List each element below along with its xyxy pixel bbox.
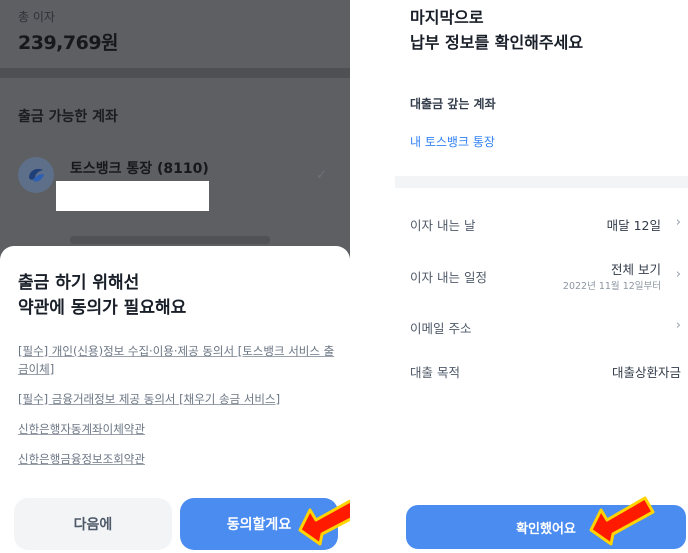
chevron-right-icon: › (675, 215, 681, 230)
repay-account-label: 대출금 갚는 계좌 (410, 97, 496, 111)
sheet-title-line1: 출금 하기 위해선 (18, 273, 140, 293)
left-screen: 총 이자 239,769원 출금 가능한 계좌 토스뱅크 통장 (8110) ✓… (0, 0, 350, 553)
accounts-title: 출금 가능한 계좌 (18, 109, 118, 125)
row-value: 매달 12일 (606, 218, 661, 233)
next-time-button[interactable]: 다음에 (14, 498, 172, 550)
page-title: 마지막으로 납부 정보를 확인해주세요 (410, 5, 583, 55)
pointer-arrow-icon (589, 496, 655, 546)
section-divider (395, 176, 688, 188)
row-value: 대출상환자금 (611, 365, 681, 380)
chevron-right-icon: › (675, 318, 681, 333)
term-link[interactable]: 신한은행자동계좌이체약관 (18, 420, 343, 438)
repay-account-link[interactable]: 내 토스뱅크 통장 (410, 133, 495, 150)
section-divider (0, 68, 350, 78)
toss-bank-logo-icon (18, 157, 54, 193)
check-icon: ✓ (316, 168, 327, 183)
sheet-title-line2: 약관에 동의가 필요해요 (18, 298, 187, 318)
terms-list: [필수] 개인(신용)정보 수집·이용·제공 동의서 [토스뱅크 서비스 출금이… (18, 342, 343, 480)
page-title-line1: 마지막으로 (410, 8, 484, 27)
row-label: 이자 내는 일정 (410, 270, 487, 285)
redacted-area (56, 181, 209, 211)
row-label: 대출 목적 (410, 365, 460, 380)
obscured-text (70, 236, 270, 244)
term-link[interactable]: [필수] 금융거래정보 제공 동의서 [채우기 송금 서비스] (18, 390, 343, 408)
row-subvalue: 2022년 11월 12일부터 (562, 281, 661, 292)
term-link[interactable]: 신한은행금융정보조회약관 (18, 450, 343, 468)
total-interest-label: 총 이자 (18, 10, 55, 24)
account-name[interactable]: 토스뱅크 통장 (8110) (70, 158, 209, 178)
right-screen: 마지막으로 납부 정보를 확인해주세요 대출금 갚는 계좌 내 토스뱅크 통장 … (395, 0, 688, 553)
row-label: 이메일 주소 (410, 321, 472, 336)
term-link[interactable]: [필수] 개인(신용)정보 수집·이용·제공 동의서 [토스뱅크 서비스 출금이… (18, 342, 343, 378)
row-value: 전체 보기 (611, 262, 661, 277)
chevron-right-icon: › (675, 267, 681, 282)
page-title-line2: 납부 정보를 확인해주세요 (410, 33, 584, 52)
row-label: 이자 내는 날 (410, 218, 476, 233)
sheet-title: 출금 하기 위해선 약관에 동의가 필요해요 (18, 271, 186, 321)
total-interest-value: 239,769원 (18, 32, 119, 54)
pointer-arrow-icon (298, 499, 350, 546)
